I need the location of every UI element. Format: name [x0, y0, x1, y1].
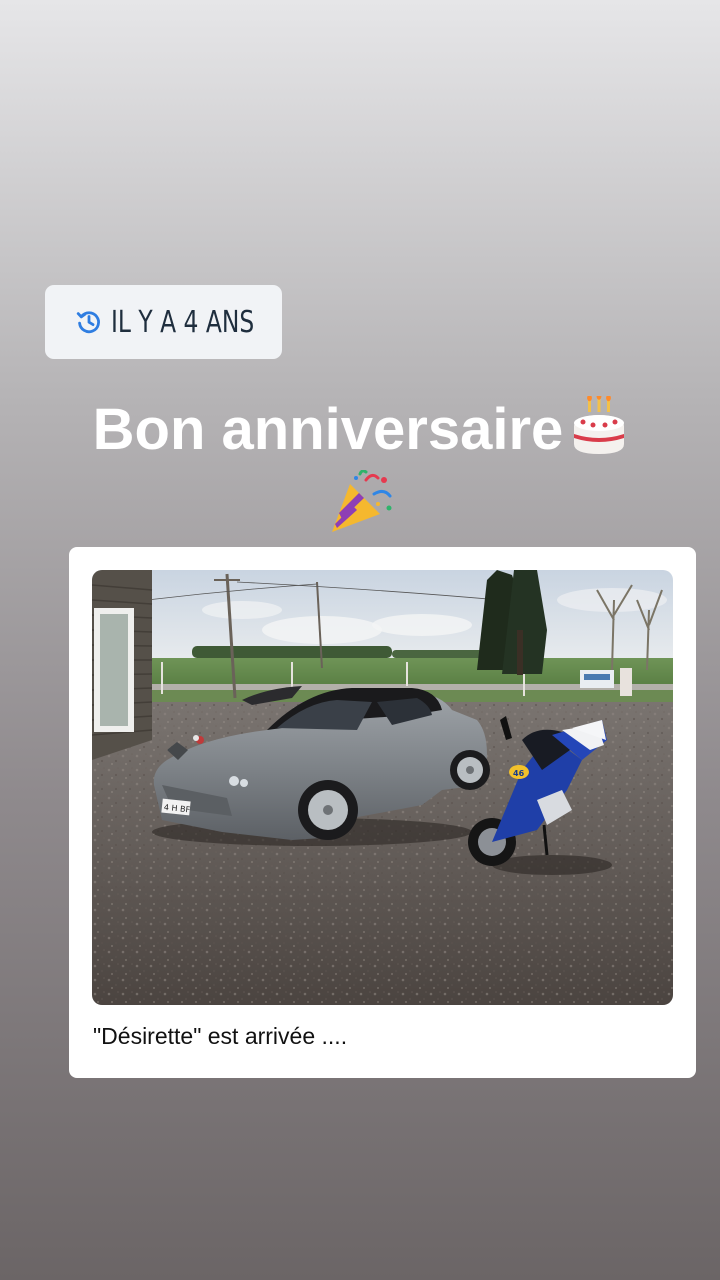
headline-text: Bon anniversaire [92, 397, 564, 462]
party-popper-emoji [326, 469, 394, 534]
post-photo[interactable]: 4 H BF 46 [92, 570, 673, 1005]
birthday-cake-emoji [571, 392, 627, 472]
memory-post-card[interactable]: 4 H BF 46 "Désirette" est arrivée .... [69, 547, 696, 1078]
svg-text:46: 46 [513, 769, 525, 778]
memory-badge-label: IL Y A 4 ANS [110, 304, 254, 340]
memory-badge[interactable]: IL Y A 4 ANS [45, 285, 282, 359]
history-clock-icon [75, 308, 103, 336]
story-headline: Bon anniversaire [0, 392, 720, 472]
post-caption: "Désirette" est arrivée .... [93, 1023, 348, 1049]
